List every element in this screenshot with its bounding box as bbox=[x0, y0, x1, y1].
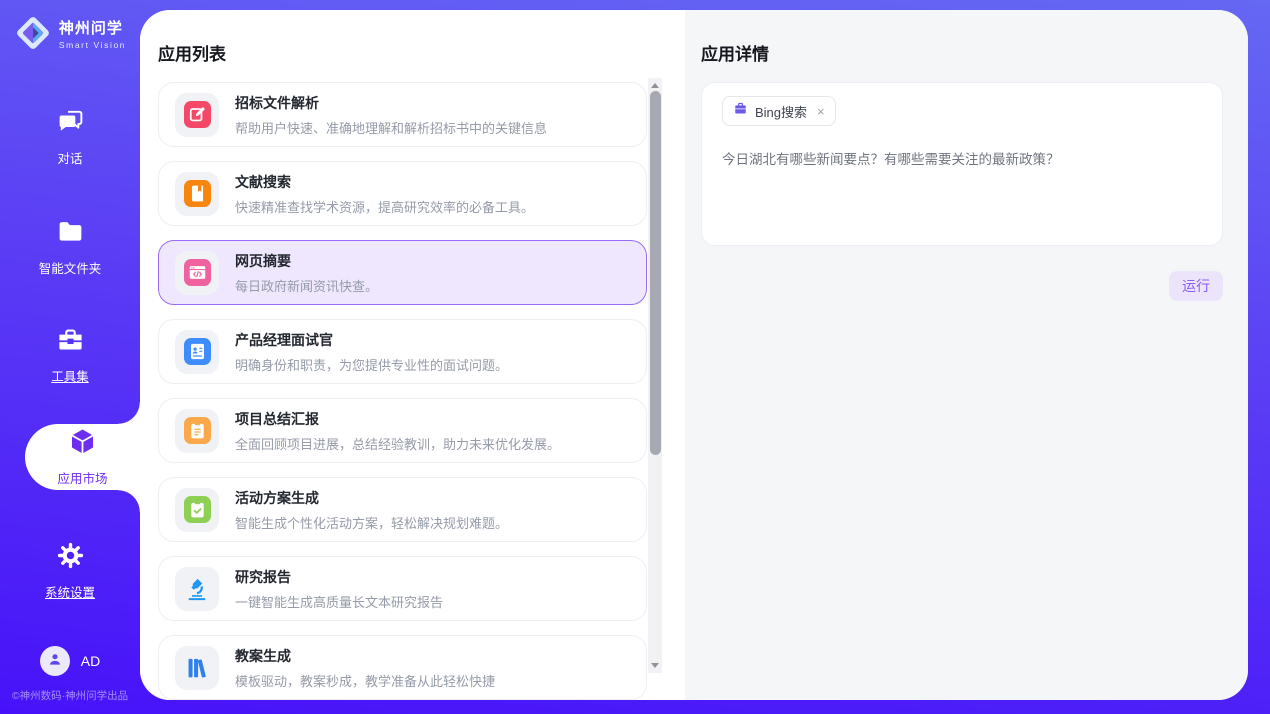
sidebar-item-label: 对话 bbox=[57, 148, 82, 167]
app-list-item[interactable]: 产品经理面试官 明确身份和职责，为您提供专业性的面试问题。 bbox=[158, 319, 647, 384]
user-account[interactable]: AD bbox=[0, 646, 140, 676]
folder-icon bbox=[56, 217, 85, 251]
sidebar-item[interactable]: 工具集 bbox=[0, 326, 140, 384]
app-detail-title: 应用详情 bbox=[701, 40, 769, 65]
app-list-item[interactable]: 网页摘要 每日政府新闻资讯快查。 bbox=[158, 240, 647, 305]
toolbox-icon bbox=[56, 325, 85, 359]
copyright-footer: ©神州数码·神州问学出品 bbox=[0, 688, 140, 703]
app-name: 教案生成 bbox=[235, 646, 495, 666]
app-description: 一键智能生成高质量长文本研究报告 bbox=[235, 592, 443, 611]
app-description: 每日政府新闻资讯快查。 bbox=[235, 276, 378, 295]
chat-icon bbox=[56, 107, 85, 141]
book-icon bbox=[184, 180, 211, 207]
tool-tag-label: Bing搜索 bbox=[755, 102, 807, 121]
app-icon-box bbox=[175, 93, 219, 137]
app-icon-box bbox=[175, 251, 219, 295]
sidebar-item[interactable]: 系统设置 bbox=[0, 542, 140, 600]
app-description: 明确身份和职责，为您提供专业性的面试问题。 bbox=[235, 355, 508, 374]
diamond-logo-icon bbox=[14, 14, 52, 52]
sidebar-item[interactable]: 智能文件夹 bbox=[0, 218, 140, 276]
interview-doc-icon bbox=[184, 338, 211, 365]
app-list-item[interactable]: 研究报告 一键智能生成高质量长文本研究报告 bbox=[158, 556, 647, 621]
app-icon-box bbox=[175, 567, 219, 611]
app-detail-panel: 应用详情 Bing搜索 × 今日湖北有哪些新闻要点？有哪些需要关注的最新政策？ … bbox=[685, 10, 1248, 700]
app-name: 文献搜索 bbox=[235, 172, 534, 192]
sidebar-item-label: 应用市场 bbox=[57, 468, 107, 487]
app-list-item[interactable]: 文献搜索 快速精准查找学术资源，提高研究效率的必备工具。 bbox=[158, 161, 647, 226]
app-list: 招标文件解析 帮助用户快速、准确地理解和解析招标书中的关键信息 文献搜索 快速精… bbox=[158, 82, 647, 700]
person-icon bbox=[46, 650, 64, 673]
app-name: 网页摘要 bbox=[235, 251, 378, 271]
query-text[interactable]: 今日湖北有哪些新闻要点？有哪些需要关注的最新政策？ bbox=[722, 150, 1202, 170]
app-icon-box bbox=[175, 409, 219, 453]
app-name: 活动方案生成 bbox=[235, 488, 508, 508]
app-icon-box bbox=[175, 488, 219, 532]
sidebar-item-label: 工具集 bbox=[51, 366, 89, 385]
app-list-item[interactable]: 招标文件解析 帮助用户快速、准确地理解和解析招标书中的关键信息 bbox=[158, 82, 647, 147]
app-icon-box bbox=[175, 330, 219, 374]
app-name: 产品经理面试官 bbox=[235, 330, 508, 350]
app-list-item[interactable]: 活动方案生成 智能生成个性化活动方案，轻松解决规划难题。 bbox=[158, 477, 647, 542]
briefcase-icon bbox=[733, 101, 748, 121]
user-name: AD bbox=[81, 653, 100, 669]
app-list-title: 应用列表 bbox=[158, 40, 226, 65]
scrollbar[interactable] bbox=[648, 78, 662, 673]
main-content: 应用列表 招标文件解析 帮助用户快速、准确地理解和解析招标书中的关键信息 文献搜 bbox=[140, 10, 1248, 700]
gear-icon bbox=[56, 541, 85, 575]
books-icon bbox=[181, 652, 213, 684]
sidebar-item[interactable]: 对话 bbox=[0, 108, 140, 166]
prompt-card[interactable]: Bing搜索 × 今日湖北有哪些新闻要点？有哪些需要关注的最新政策？ bbox=[701, 82, 1223, 246]
app-description: 全面回顾项目进展，总结经验教训，助力未来优化发展。 bbox=[235, 434, 560, 453]
sidebar-item-label: 系统设置 bbox=[45, 582, 95, 601]
close-icon[interactable]: × bbox=[817, 104, 825, 119]
tool-tag[interactable]: Bing搜索 × bbox=[722, 96, 836, 126]
app-list-panel: 应用列表 招标文件解析 帮助用户快速、准确地理解和解析招标书中的关键信息 文献搜 bbox=[140, 10, 685, 700]
app-description: 模板驱动，教案秒成，教学准备从此轻松快捷 bbox=[235, 671, 495, 690]
app-description: 帮助用户快速、准确地理解和解析招标书中的关键信息 bbox=[235, 118, 547, 137]
brand-subtitle: Smart Vision bbox=[59, 40, 126, 50]
sidebar-item[interactable]: 应用市场 bbox=[25, 424, 140, 490]
cube-icon bbox=[68, 427, 97, 461]
microscope-icon bbox=[181, 573, 213, 605]
brand-logo: 神州问学 Smart Vision bbox=[0, 14, 140, 52]
app-description: 智能生成个性化活动方案，轻松解决规划难题。 bbox=[235, 513, 508, 532]
app-icon-box bbox=[175, 646, 219, 690]
app-list-item[interactable]: 项目总结汇报 全面回顾项目进展，总结经验教训，助力未来优化发展。 bbox=[158, 398, 647, 463]
app-icon-box bbox=[175, 172, 219, 216]
app-name: 研究报告 bbox=[235, 567, 443, 587]
browser-code-icon bbox=[184, 259, 211, 286]
app-name: 招标文件解析 bbox=[235, 93, 547, 113]
app-name: 项目总结汇报 bbox=[235, 409, 560, 429]
avatar bbox=[40, 646, 70, 676]
sidebar-item-label: 智能文件夹 bbox=[39, 258, 102, 277]
run-button[interactable]: 运行 bbox=[1169, 271, 1223, 301]
clipboard-icon bbox=[184, 417, 211, 444]
app-list-item[interactable]: 教案生成 模板驱动，教案秒成，教学准备从此轻松快捷 bbox=[158, 635, 647, 700]
scrollbar-thumb[interactable] bbox=[650, 91, 661, 455]
app-description: 快速精准查找学术资源，提高研究效率的必备工具。 bbox=[235, 197, 534, 216]
sidebar: 神州问学 Smart Vision 对话 智能文件夹 工具集 应用市场 系统设置 bbox=[0, 0, 140, 714]
edit-doc-icon bbox=[184, 101, 211, 128]
brand-title: 神州问学 bbox=[59, 17, 126, 38]
clipboard-check-icon bbox=[184, 496, 211, 523]
